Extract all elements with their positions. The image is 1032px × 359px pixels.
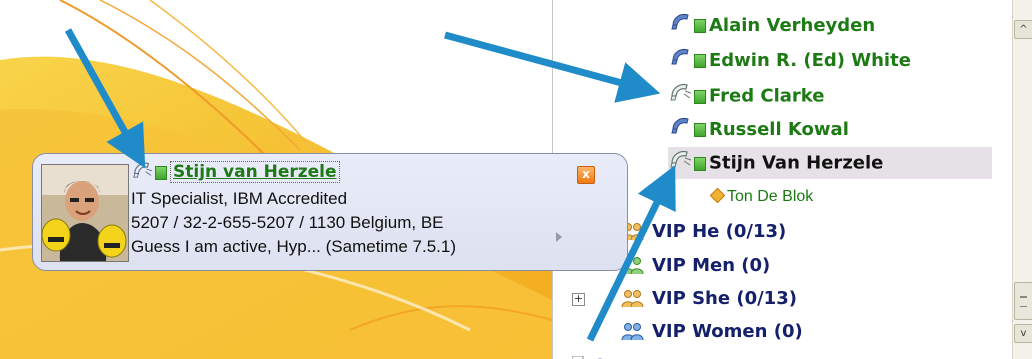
screen: Alain Verheyden Edwin R. (Ed) White Fred… bbox=[0, 0, 1032, 359]
contact-name: Fred Clarke bbox=[709, 85, 825, 107]
telephone-ringing-icon bbox=[668, 147, 692, 180]
contact-name: Russell Kowal bbox=[709, 119, 849, 140]
business-card-popup: Stijn van Herzele IT Specialist, IBM Acc… bbox=[32, 153, 628, 271]
sub-contact-name: Ton De Blok bbox=[727, 188, 814, 205]
group-row[interactable]: VIP She (0/13) bbox=[620, 285, 797, 313]
expand-arrow-icon[interactable] bbox=[556, 232, 562, 242]
contact-name: Alain Verheyden bbox=[709, 15, 876, 36]
vertical-scrollbar[interactable]: ^ v bbox=[1012, 0, 1032, 359]
telephone-ringing-icon bbox=[668, 80, 692, 113]
online-status-icon bbox=[155, 165, 167, 180]
card-contact-name[interactable]: Stijn van Herzele bbox=[170, 161, 340, 183]
group-label: VIP She (0/13) bbox=[652, 288, 797, 309]
online-status-icon bbox=[694, 156, 706, 171]
contact-row[interactable]: Russell Kowal bbox=[670, 114, 849, 146]
telephone-ringing-icon bbox=[131, 159, 153, 186]
online-status-icon bbox=[694, 54, 706, 68]
close-button[interactable]: x bbox=[577, 166, 595, 184]
sub-contact-row[interactable]: Ton De Blok bbox=[709, 184, 814, 210]
telephone-icon bbox=[670, 114, 692, 146]
group-people-icon bbox=[620, 289, 646, 309]
scroll-thumb[interactable] bbox=[1014, 282, 1032, 320]
online-status-icon bbox=[694, 19, 706, 33]
partial-group-icon bbox=[572, 350, 612, 359]
card-job-title: IT Specialist, IBM Accredited bbox=[131, 189, 348, 208]
contact-row-selected[interactable]: Stijn Van Herzele bbox=[668, 147, 992, 179]
card-phone-location: 5207 / 32-2-655-5207 / 1130 Belgium, BE bbox=[131, 213, 444, 232]
contact-row[interactable]: Edwin R. (Ed) White bbox=[670, 45, 911, 77]
telephone-icon bbox=[670, 10, 692, 42]
telephone-icon bbox=[670, 45, 692, 77]
group-people-icon bbox=[620, 322, 646, 342]
card-name-line: Stijn van Herzele bbox=[131, 159, 340, 183]
contact-row[interactable]: Alain Verheyden bbox=[670, 10, 875, 42]
online-status-icon bbox=[694, 123, 706, 137]
group-row[interactable]: VIP Men (0) bbox=[620, 252, 770, 280]
diamond-icon bbox=[709, 187, 726, 204]
contact-name: Edwin R. (Ed) White bbox=[709, 50, 911, 71]
group-label: VIP He (0/13) bbox=[652, 221, 787, 242]
card-status-message: Guess I am active, Hyp... (Sametime 7.5.… bbox=[131, 237, 457, 256]
contact-name: Stijn Van Herzele bbox=[709, 152, 884, 174]
avatar bbox=[41, 164, 129, 262]
online-status-icon bbox=[694, 89, 706, 104]
scroll-up-button[interactable]: ^ bbox=[1014, 20, 1032, 39]
contact-row[interactable]: Fred Clarke bbox=[668, 80, 824, 112]
group-label: VIP Men (0) bbox=[652, 255, 771, 276]
expand-group-button[interactable]: + bbox=[572, 293, 585, 306]
scroll-down-button[interactable]: v bbox=[1014, 324, 1032, 343]
group-row[interactable]: VIP He (0/13) bbox=[620, 218, 786, 246]
group-row[interactable]: VIP Women (0) bbox=[620, 318, 803, 346]
group-label: VIP Women (0) bbox=[652, 321, 803, 342]
